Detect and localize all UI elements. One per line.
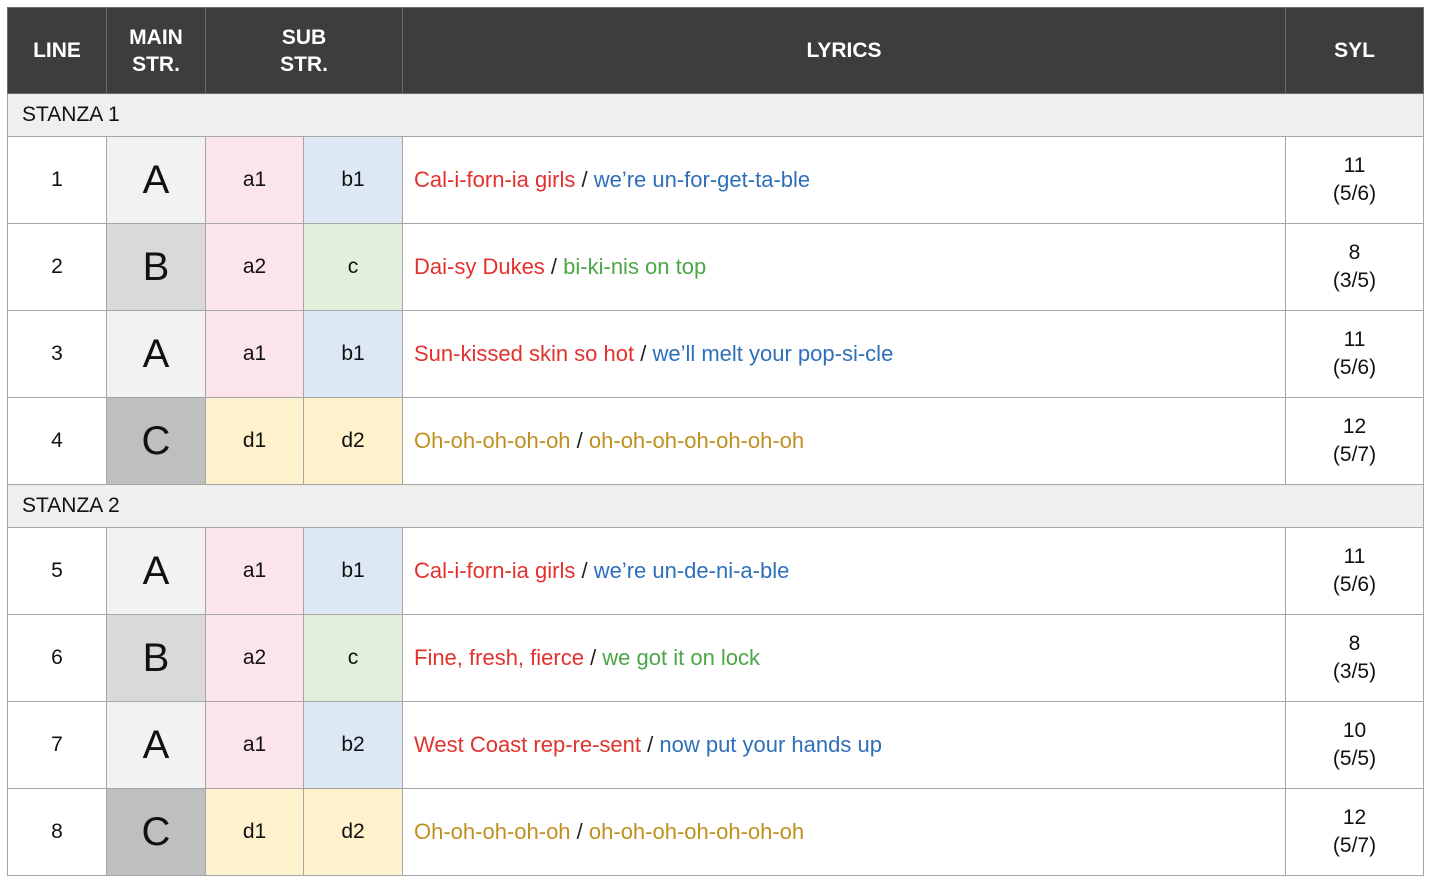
syllable-count: 12 (5/7): [1285, 397, 1424, 485]
lyrics-cell: Fine, fresh, fierce / we got it on lock: [402, 614, 1286, 702]
lyrics-cell: Oh-oh-oh-oh-oh / oh-oh-oh-oh-oh-oh-oh: [402, 788, 1286, 876]
stanza-header-row: STANZA 1: [7, 93, 1424, 137]
sub-structure-1: a1: [205, 701, 304, 789]
lyric-part-1: Cal-i-forn-ia girls: [414, 558, 576, 583]
line-number: 8: [7, 788, 107, 876]
main-structure: A: [106, 136, 206, 224]
line-number: 4: [7, 397, 107, 485]
lyric-row: 3 A a1 b1 Sun-kissed skin so hot / we’ll…: [7, 310, 1424, 398]
syllable-total: 11: [1343, 328, 1366, 351]
line-number: 1: [7, 136, 107, 224]
lyric-row: 1 A a1 b1 Cal-i-forn-ia girls / we’re un…: [7, 136, 1424, 224]
syllable-count: 10 (5/5): [1285, 701, 1424, 789]
syllable-total: 12: [1342, 415, 1367, 438]
stanza-label: STANZA 2: [7, 484, 1424, 528]
lyric-part-2: bi-ki-nis on top: [563, 254, 707, 279]
main-structure: B: [106, 223, 206, 311]
syllable-split: (5/6): [1332, 182, 1377, 205]
main-structure: A: [106, 310, 206, 398]
lyric-part-1: Oh-oh-oh-oh-oh: [414, 819, 571, 844]
syllable-count: 11 (5/6): [1285, 136, 1424, 224]
syllable-count: 12 (5/7): [1285, 788, 1424, 876]
lyrics-cell: Oh-oh-oh-oh-oh / oh-oh-oh-oh-oh-oh-oh: [402, 397, 1286, 485]
syllable-total: 12: [1342, 806, 1367, 829]
sub-structure-1: d1: [205, 397, 304, 485]
lyric-row: 4 C d1 d2 Oh-oh-oh-oh-oh / oh-oh-oh-oh-o…: [7, 397, 1424, 485]
line-number: 6: [7, 614, 107, 702]
lyric-part-2: oh-oh-oh-oh-oh-oh-oh: [588, 428, 805, 453]
lyrics-cell: Dai-sy Dukes / bi-ki-nis on top: [402, 223, 1286, 311]
lyric-row: 6 B a2 c Fine, fresh, fierce / we got it…: [7, 614, 1424, 702]
header-row: LINE MAIN STR. SUB STR. LYRICS SYL: [7, 7, 1424, 94]
stanza-label: STANZA 1: [7, 93, 1424, 137]
lyrics-structure-table: LINE MAIN STR. SUB STR. LYRICS SYL STANZ…: [7, 7, 1424, 876]
lyric-part-1: West Coast rep-re-sent: [414, 732, 642, 757]
sub-structure-2: b1: [303, 136, 403, 224]
lyric-row: 8 C d1 d2 Oh-oh-oh-oh-oh / oh-oh-oh-oh-o…: [7, 788, 1424, 876]
sub-structure-2: c: [303, 614, 403, 702]
lyric-row: 7 A a1 b2 West Coast rep-re-sent / now p…: [7, 701, 1424, 789]
syllable-total: 8: [1348, 632, 1361, 655]
sub-structure-1: a2: [205, 223, 304, 311]
lyrics-cell: Sun-kissed skin so hot / we’ll melt your…: [402, 310, 1286, 398]
line-number: 5: [7, 527, 107, 615]
main-structure: C: [106, 788, 206, 876]
header-lyrics: LYRICS: [402, 7, 1286, 94]
lyric-row: 2 B a2 c Dai-sy Dukes / bi-ki-nis on top…: [7, 223, 1424, 311]
sub-structure-1: a1: [205, 310, 304, 398]
stanza-header-row: STANZA 2: [7, 484, 1424, 528]
sub-structure-2: d2: [303, 788, 403, 876]
line-number: 2: [7, 223, 107, 311]
syllable-split: (3/5): [1332, 269, 1377, 292]
lyric-row: 5 A a1 b1 Cal-i-forn-ia girls / we’re un…: [7, 527, 1424, 615]
main-structure: B: [106, 614, 206, 702]
header-syl: SYL: [1285, 7, 1424, 94]
sub-structure-2: d2: [303, 397, 403, 485]
lyric-part-1: Sun-kissed skin so hot: [414, 341, 635, 366]
header-sub-str: SUB STR.: [205, 7, 403, 94]
sub-structure-1: d1: [205, 788, 304, 876]
lyric-part-1: Fine, fresh, fierce: [414, 645, 584, 670]
sub-structure-2: c: [303, 223, 403, 311]
syllable-total: 10: [1342, 719, 1367, 742]
lyric-part-1: Oh-oh-oh-oh-oh: [414, 428, 571, 453]
syllable-split: (3/5): [1332, 660, 1377, 683]
main-structure: A: [106, 701, 206, 789]
lyric-part-2: now put your hands up: [659, 732, 882, 757]
syllable-split: (5/6): [1332, 573, 1377, 596]
sub-structure-1: a1: [205, 136, 304, 224]
line-number: 3: [7, 310, 107, 398]
sub-structure-1: a2: [205, 614, 304, 702]
lyric-part-2: we got it on lock: [602, 645, 761, 670]
lyric-part-2: we’ll melt your pop-si-cle: [652, 341, 894, 366]
syllable-count: 8 (3/5): [1285, 223, 1424, 311]
lyrics-cell: Cal-i-forn-ia girls / we’re un-for-get-t…: [402, 136, 1286, 224]
lyric-part-2: we’re un-de-ni-a-ble: [593, 558, 790, 583]
lyric-part-2: oh-oh-oh-oh-oh-oh-oh: [588, 819, 805, 844]
sub-structure-2: b1: [303, 310, 403, 398]
syllable-count: 11 (5/6): [1285, 310, 1424, 398]
syllable-split: (5/6): [1332, 356, 1377, 379]
syllable-count: 8 (3/5): [1285, 614, 1424, 702]
lyrics-cell: West Coast rep-re-sent / now put your ha…: [402, 701, 1286, 789]
sub-structure-1: a1: [205, 527, 304, 615]
syllable-total: 11: [1343, 154, 1366, 177]
lyric-part-1: Cal-i-forn-ia girls: [414, 167, 576, 192]
header-line: LINE: [7, 7, 107, 94]
syllable-count: 11 (5/6): [1285, 527, 1424, 615]
main-structure: C: [106, 397, 206, 485]
lyric-part-1: Dai-sy Dukes: [414, 254, 545, 279]
syllable-split: (5/5): [1332, 747, 1377, 770]
syllable-split: (5/7): [1332, 834, 1377, 857]
lyrics-cell: Cal-i-forn-ia girls / we’re un-de-ni-a-b…: [402, 527, 1286, 615]
syllable-total: 11: [1343, 545, 1366, 568]
syllable-split: (5/7): [1332, 443, 1377, 466]
line-number: 7: [7, 701, 107, 789]
sub-structure-2: b2: [303, 701, 403, 789]
lyric-part-2: we’re un-for-get-ta-ble: [593, 167, 811, 192]
main-structure: A: [106, 527, 206, 615]
header-main-str: MAIN STR.: [106, 7, 206, 94]
sub-structure-2: b1: [303, 527, 403, 615]
syllable-total: 8: [1348, 241, 1361, 264]
